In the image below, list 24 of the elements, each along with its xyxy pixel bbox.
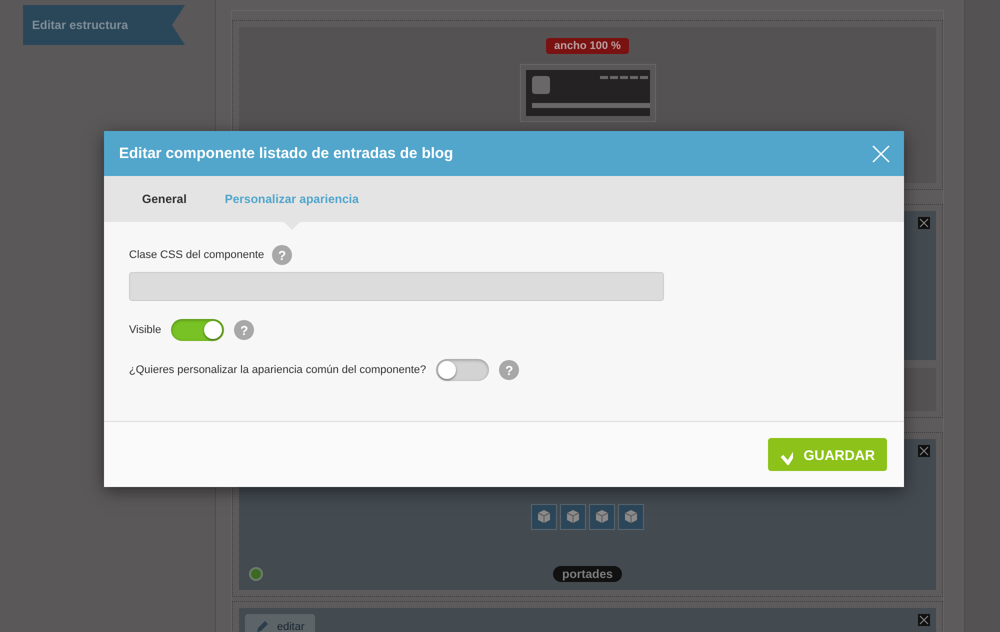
toggle-switch[interactable] <box>171 319 224 341</box>
cubes-icon <box>530 504 644 530</box>
toggle-label: ¿Quieres personalizar la apariencia común del componente? <box>129 364 426 376</box>
tab[interactable]: Personalizar apariencia <box>210 176 383 222</box>
help-button[interactable]: ? <box>234 320 254 340</box>
close-icon[interactable] <box>918 217 930 229</box>
layout-thumbnail-icon <box>520 64 656 122</box>
help-button[interactable]: ? <box>499 360 520 380</box>
toggle-switch[interactable] <box>436 359 490 381</box>
edit-button[interactable]: editar <box>245 614 315 632</box>
section-label: portades <box>553 566 622 582</box>
width-badge: ancho 100 % <box>546 38 629 54</box>
sidebar-ribbon[interactable]: Editar estructura <box>23 5 185 45</box>
close-icon[interactable] <box>918 614 930 626</box>
save-button[interactable]: GUARDAR <box>768 438 887 471</box>
field-label: Clase CSS del componente <box>129 249 264 261</box>
css-class-input-field[interactable] <box>129 272 664 301</box>
close-icon[interactable] <box>918 445 930 457</box>
toggle-label: Visible <box>129 324 162 336</box>
dialog-title: Editar componente listado de entradas de blog <box>119 145 454 162</box>
status-dot-icon <box>249 567 263 581</box>
tab[interactable]: General <box>128 176 211 222</box>
pencil-icon <box>255 620 269 632</box>
help-button[interactable]: ? <box>272 245 292 265</box>
